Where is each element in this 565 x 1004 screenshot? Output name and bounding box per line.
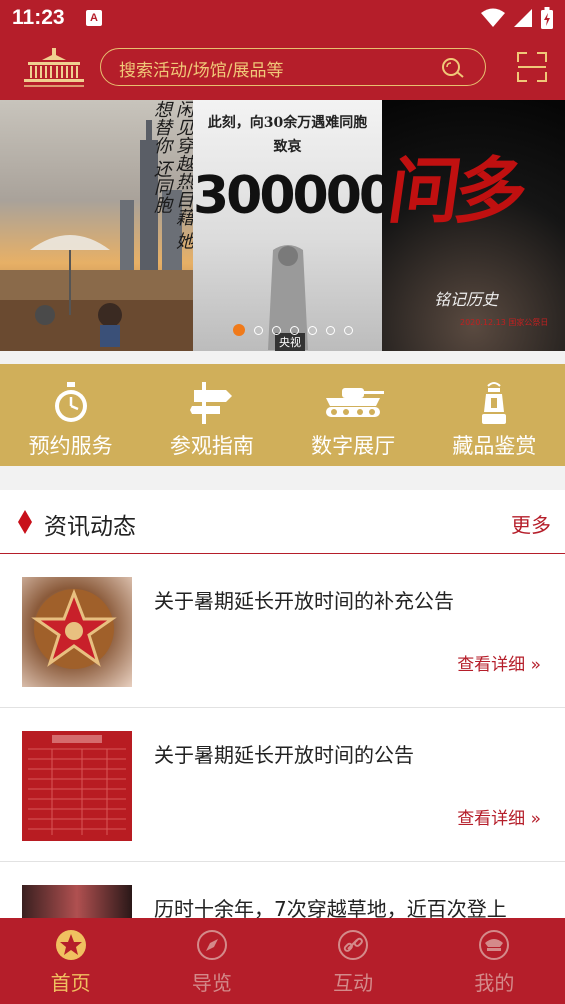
star-badge-icon <box>55 930 86 960</box>
news-item-title[interactable]: 关于暑期延长开放时间的补充公告 <box>154 585 454 614</box>
search-icon[interactable] <box>441 57 465 79</box>
banner-panel3-date: 2020.12.13 国家公祭日 <box>460 318 549 327</box>
news-header: 资讯动态 更多 <box>0 490 565 554</box>
carousel-dot[interactable] <box>308 325 317 335</box>
carousel-dot[interactable] <box>254 325 263 335</box>
tab-guide[interactable]: 导览 <box>141 918 282 1004</box>
banner-panel2-title: 此刻，向30余万遇难同胞 <box>207 115 368 131</box>
diamond-icon <box>18 510 32 534</box>
quick-link-label: 预约服务 <box>28 434 113 458</box>
quick-link-digital-hall[interactable]: 数字展厅 <box>283 364 424 466</box>
museum-logo <box>24 48 84 87</box>
carousel-dot[interactable] <box>272 325 281 335</box>
lantern-icon <box>482 382 507 424</box>
carousel-indicator[interactable] <box>233 324 353 336</box>
news-item[interactable]: 历时十余年，7次穿越草地，近百次登上 <box>0 862 565 918</box>
tab-label: 我的 <box>474 971 515 995</box>
carousel-dot[interactable] <box>233 324 245 336</box>
news-thumbnail <box>22 577 132 687</box>
news-title: 资讯动态 <box>44 514 136 540</box>
news-thumbnail <box>22 731 132 841</box>
search-placeholder: 搜索活动/场馆/展品等 <box>119 61 284 81</box>
status-bar: 11:23 A <box>0 0 565 38</box>
carousel-dot[interactable] <box>344 325 353 335</box>
news-more-link[interactable]: 更多 <box>511 509 551 538</box>
search-bar[interactable]: 搜索活动/场馆/展品等 <box>100 48 486 86</box>
tab-label: 首页 <box>50 971 91 995</box>
quick-links-bar: 预约服务 参观指南 数字展厅 藏品鉴赏 <box>0 364 565 466</box>
news-thumbnail <box>22 885 132 918</box>
tab-label: 互动 <box>333 971 374 995</box>
carousel-dot[interactable] <box>326 325 335 335</box>
banner-panel1-text: 闲见穿越热目藉 她想替你 还同胞 <box>151 100 194 250</box>
news-item-detail-link[interactable]: 查看详细 » <box>457 804 541 829</box>
banner-panel-remembrance: 问多 铭记历史 2020.12.13 国家公祭日 <box>382 100 565 351</box>
army-star-emblem <box>31 588 117 669</box>
scan-icon[interactable] <box>517 52 547 82</box>
news-item-detail-link[interactable]: 查看详细 » <box>457 650 541 675</box>
quick-link-label: 数字展厅 <box>311 434 396 458</box>
tab-interact[interactable]: 互动 <box>283 918 424 1004</box>
notification-icon: A <box>86 10 102 26</box>
stopwatch-icon <box>54 382 87 422</box>
banner-panel-memorial: 闲见穿越热目藉 她想替你 还同胞 <box>0 100 194 351</box>
wifi-icon <box>481 8 505 27</box>
banner-panel3-subtitle: 铭记历史 <box>434 290 499 309</box>
news-item[interactable]: 关于暑期延长开放时间的公告 查看详细 » <box>0 708 565 862</box>
banner-panel2-number: 300000 <box>193 166 395 226</box>
quick-link-guide[interactable]: 参观指南 <box>141 364 282 466</box>
tab-profile[interactable]: 我的 <box>424 918 565 1004</box>
compass-icon <box>196 930 227 960</box>
banner-carousel[interactable]: 闲见穿越热目藉 她想替你 还同胞 此刻，向30余万遇难同胞 致哀 300000 … <box>0 100 565 351</box>
signpost-icon <box>189 382 232 424</box>
news-item-title[interactable]: 历时十余年，7次穿越草地，近百次登上 <box>154 893 507 918</box>
news-section: 资讯动态 更多 关于暑期延长开放时间的补充公告 查看详细 » 关于暑期延长开放时… <box>0 490 565 918</box>
quick-link-collection[interactable]: 藏品鉴赏 <box>424 364 565 466</box>
tank-icon <box>326 388 385 417</box>
schedule-table-image <box>28 735 126 835</box>
banner-panel-mourning: 此刻，向30余万遇难同胞 致哀 300000 央视 <box>193 100 395 351</box>
status-icons <box>481 7 553 29</box>
carousel-dot[interactable] <box>290 325 299 335</box>
cap-icon <box>479 930 510 960</box>
bottom-tab-bar: 首页 导览 互动 我的 <box>0 918 565 1004</box>
news-item-title[interactable]: 关于暑期延长开放时间的公告 <box>154 739 414 768</box>
app-header: 搜索活动/场馆/展品等 <box>0 38 565 100</box>
banner-panel2-subtitle: 致哀 <box>273 139 302 155</box>
status-time: 11:23 <box>12 6 65 29</box>
tab-home[interactable]: 首页 <box>0 918 141 1004</box>
battery-icon <box>541 7 553 29</box>
banner-panel3-title: 问多 <box>383 148 528 233</box>
signal-icon <box>514 9 532 27</box>
quick-link-reservation[interactable]: 预约服务 <box>0 364 141 466</box>
tab-label: 导览 <box>191 971 232 995</box>
quick-link-label: 参观指南 <box>169 434 254 458</box>
news-item[interactable]: 关于暑期延长开放时间的补充公告 查看详细 » <box>0 554 565 708</box>
quick-link-label: 藏品鉴赏 <box>452 434 537 458</box>
link-icon <box>338 930 369 960</box>
